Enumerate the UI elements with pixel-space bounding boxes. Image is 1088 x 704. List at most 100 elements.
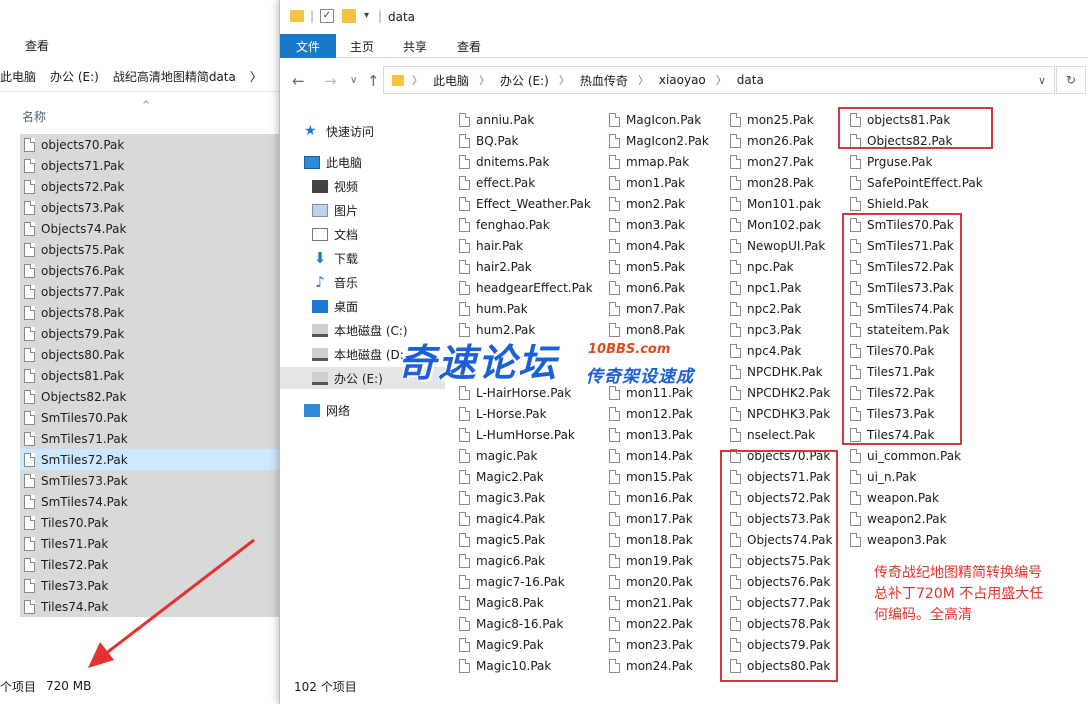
back-address-segment[interactable]: 此电脑 xyxy=(0,68,36,85)
file-item[interactable]: mon20.Pak xyxy=(605,571,693,592)
file-item[interactable]: fenghao.Pak xyxy=(455,214,550,235)
file-item[interactable]: npc1.Pak xyxy=(726,277,801,298)
file-item[interactable]: Mon102.pak xyxy=(726,214,821,235)
back-address-bar[interactable]: 此电脑 办公 (E:) 战纪高清地图精简data 〉 xyxy=(0,62,282,92)
nav-network[interactable]: 网络 xyxy=(304,399,350,421)
back-file-row[interactable]: objects70.Pak xyxy=(20,134,280,155)
address-segment[interactable]: data xyxy=(737,73,764,87)
nav-videos[interactable]: 视频 xyxy=(312,175,358,197)
refresh-button[interactable]: ↻ xyxy=(1056,66,1086,94)
nav-music[interactable]: ♪ 音乐 xyxy=(312,271,358,293)
file-item[interactable]: weapon.Pak xyxy=(846,487,939,508)
quick-access-dropdown-icon[interactable]: ▾ xyxy=(364,10,369,21)
file-item[interactable]: Magic9.Pak xyxy=(455,634,544,655)
file-item[interactable]: Effect_Weather.Pak xyxy=(455,193,591,214)
file-item[interactable]: mon14.Pak xyxy=(605,445,693,466)
file-item[interactable]: L-HumHorse.Pak xyxy=(455,424,575,445)
nav-disk-c[interactable]: 本地磁盘 (C:) xyxy=(312,319,408,341)
file-item[interactable]: npc2.Pak xyxy=(726,298,801,319)
file-item[interactable]: npc.Pak xyxy=(726,256,794,277)
file-item[interactable]: mon2.Pak xyxy=(605,193,685,214)
file-item[interactable]: dnitems.Pak xyxy=(455,151,549,172)
file-item[interactable]: mon26.Pak xyxy=(726,130,814,151)
file-item[interactable]: mon18.Pak xyxy=(605,529,693,550)
file-item[interactable]: Magic2.Pak xyxy=(455,466,544,487)
recent-dropdown-icon[interactable]: ∨ xyxy=(350,75,357,86)
address-segment[interactable]: 办公 (E:) xyxy=(500,72,549,89)
file-item[interactable]: mon15.Pak xyxy=(605,466,693,487)
file-item[interactable]: mon27.Pak xyxy=(726,151,814,172)
file-item[interactable]: effect.Pak xyxy=(455,172,535,193)
file-item[interactable]: Magic8.Pak xyxy=(455,592,544,613)
up-arrow-icon[interactable]: ↑ xyxy=(367,72,380,90)
file-item[interactable]: mon12.Pak xyxy=(605,403,693,424)
nav-downloads[interactable]: ⬇ 下载 xyxy=(312,247,358,269)
nav-pictures[interactable]: 图片 xyxy=(312,199,358,221)
file-item[interactable]: BQ.Pak xyxy=(455,130,519,151)
file-item[interactable]: Mon101.pak xyxy=(726,193,821,214)
file-item[interactable]: magic.Pak xyxy=(455,445,537,466)
back-address-segment[interactable]: 〉 xyxy=(250,68,262,85)
back-address-segment[interactable]: 战纪高清地图精简data xyxy=(113,68,236,85)
file-item[interactable]: hum.Pak xyxy=(455,298,528,319)
file-item[interactable]: Shield.Pak xyxy=(846,193,929,214)
back-file-row[interactable]: SmTiles71.Pak xyxy=(20,428,280,449)
back-file-row[interactable]: objects76.Pak xyxy=(20,260,280,281)
back-file-row[interactable]: SmTiles70.Pak xyxy=(20,407,280,428)
nav-quick-access[interactable]: ★ 快速访问 xyxy=(304,120,374,142)
back-tab-view[interactable]: 查看 xyxy=(25,37,49,54)
back-file-row[interactable]: SmTiles72.Pak xyxy=(20,449,280,470)
file-item[interactable]: mon19.Pak xyxy=(605,550,693,571)
file-item[interactable]: npc3.Pak xyxy=(726,319,801,340)
back-address-segment[interactable]: 办公 (E:) xyxy=(50,68,99,85)
back-file-row[interactable]: objects81.Pak xyxy=(20,365,280,386)
back-file-row[interactable]: objects80.Pak xyxy=(20,344,280,365)
file-item[interactable]: magic4.Pak xyxy=(455,508,545,529)
file-item[interactable]: weapon3.Pak xyxy=(846,529,947,550)
file-item[interactable]: Prguse.Pak xyxy=(846,151,932,172)
file-item[interactable]: NPCDHK3.Pak xyxy=(726,403,830,424)
tab-file[interactable]: 文件 xyxy=(280,34,336,58)
tab-share[interactable]: 共享 xyxy=(395,34,435,58)
file-item[interactable]: magic6.Pak xyxy=(455,550,545,571)
file-item[interactable]: Magic10.Pak xyxy=(455,655,551,676)
nav-disk-d[interactable]: 本地磁盘 (D: xyxy=(312,343,404,365)
back-file-row[interactable]: objects78.Pak xyxy=(20,302,280,323)
file-item[interactable]: mon7.Pak xyxy=(605,298,685,319)
nav-desktop[interactable]: 桌面 xyxy=(312,295,358,317)
back-file-row[interactable]: objects71.Pak xyxy=(20,155,280,176)
address-segment[interactable]: 热血传奇 xyxy=(580,72,628,89)
file-item[interactable]: headgearEffect.Pak xyxy=(455,277,593,298)
file-item[interactable]: npc4.Pak xyxy=(726,340,801,361)
file-item[interactable]: magic3.Pak xyxy=(455,487,545,508)
back-file-row[interactable]: objects75.Pak xyxy=(20,239,280,260)
file-item[interactable]: mon3.Pak xyxy=(605,214,685,235)
properties-icon[interactable]: ✓ xyxy=(320,9,334,23)
forward-arrow-icon[interactable]: → xyxy=(324,72,337,90)
file-item[interactable]: magic5.Pak xyxy=(455,529,545,550)
back-file-row[interactable]: Objects74.Pak xyxy=(20,218,280,239)
file-item[interactable]: mmap.Pak xyxy=(605,151,689,172)
address-segment[interactable]: 此电脑 xyxy=(433,72,469,89)
file-item[interactable]: ui_n.Pak xyxy=(846,466,916,487)
address-bar[interactable]: 〉 此电脑 〉 办公 (E:) 〉 热血传奇 〉 xiaoyao 〉 data … xyxy=(383,66,1055,94)
file-item[interactable]: hair.Pak xyxy=(455,235,523,256)
file-item[interactable]: mon23.Pak xyxy=(605,634,693,655)
file-item[interactable]: magic7-16.Pak xyxy=(455,571,565,592)
file-item[interactable]: L-Horse.Pak xyxy=(455,403,547,424)
back-file-row[interactable]: objects73.Pak xyxy=(20,197,280,218)
file-item[interactable]: mon1.Pak xyxy=(605,172,685,193)
file-item[interactable]: mon24.Pak xyxy=(605,655,693,676)
file-item[interactable]: mon5.Pak xyxy=(605,256,685,277)
file-item[interactable]: mon4.Pak xyxy=(605,235,685,256)
back-file-row[interactable]: Objects82.Pak xyxy=(20,386,280,407)
tab-home[interactable]: 主页 xyxy=(342,34,382,58)
file-item[interactable]: nselect.Pak xyxy=(726,424,815,445)
file-item[interactable]: mon21.Pak xyxy=(605,592,693,613)
file-item[interactable]: mon25.Pak xyxy=(726,109,814,130)
file-item[interactable]: ui_common.Pak xyxy=(846,445,961,466)
nav-documents[interactable]: 文档 xyxy=(312,223,358,245)
address-dropdown-icon[interactable]: ∨ xyxy=(1038,74,1046,87)
back-file-row[interactable]: objects79.Pak xyxy=(20,323,280,344)
back-file-row[interactable]: SmTiles74.Pak xyxy=(20,491,280,512)
